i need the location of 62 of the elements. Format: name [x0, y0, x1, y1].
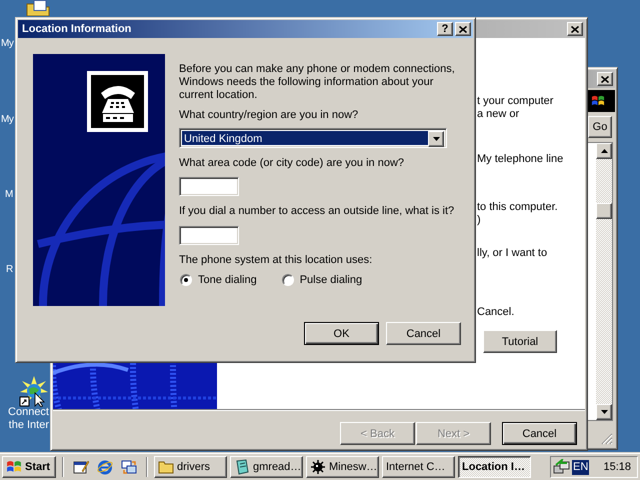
taskbar-button[interactable]: gmread… — [230, 456, 303, 478]
icon-label[interactable]: Connect — [0, 406, 49, 418]
body-text: Cancel. — [477, 306, 514, 319]
down-arrow-icon — [600, 410, 608, 414]
language-indicator[interactable]: EN — [572, 460, 590, 474]
go-button[interactable]: Go — [588, 116, 612, 138]
field-label: What area code (or city code) are you in now? — [179, 157, 404, 170]
body-text: to this computer. ) — [477, 201, 558, 227]
ok-button[interactable]: OK — [304, 322, 379, 345]
outside-line-field[interactable] — [179, 226, 239, 245]
window-title: Location Information — [21, 23, 132, 35]
folder-icon — [158, 462, 174, 474]
country-dropdown[interactable]: United Kingdom — [179, 128, 447, 148]
scrollbar[interactable] — [596, 143, 612, 420]
intro-text: Before you can make any phone or modem connections, Windows needs the following information about your current location. — [179, 63, 456, 102]
caret-icon — [432, 137, 440, 141]
body-text: t your computer a new or — [477, 95, 554, 121]
radio-button[interactable] — [282, 274, 294, 286]
telephone-icon — [87, 71, 148, 132]
field-label: If you dial a number to access an outside line, what is it? — [179, 205, 454, 218]
internet-shortcut-icon[interactable] — [20, 376, 48, 407]
icon-label[interactable]: the Inter — [0, 419, 49, 431]
field-label: The phone system at this location uses: — [179, 254, 372, 267]
body-text: My telephone line — [477, 153, 564, 166]
browser-icon[interactable] — [97, 460, 113, 474]
field-label: What country/region are you in now? — [179, 109, 358, 122]
help-button[interactable]: ? — [437, 22, 453, 36]
cancel-button[interactable]: Cancel — [386, 322, 461, 345]
close-icon — [601, 76, 609, 82]
close-button[interactable] — [567, 22, 583, 36]
taskbar-button[interactable]: Minesw… — [306, 456, 379, 478]
icon-label[interactable]: My — [1, 114, 14, 125]
radio-label[interactable]: Tone dialing — [198, 274, 257, 286]
clock: 15:18 — [603, 461, 632, 473]
taskbar-button[interactable]: Internet C… — [382, 456, 455, 478]
icon-label[interactable]: M — [5, 189, 13, 200]
close-icon — [459, 26, 467, 32]
tutorial-button[interactable]: Tutorial — [483, 330, 557, 353]
start-button[interactable]: Start — [2, 456, 56, 478]
resize-grip-icon[interactable] — [602, 434, 612, 444]
cancel-button[interactable]: Cancel — [502, 422, 577, 445]
taskbar-button[interactable]: Location I… — [458, 456, 531, 478]
body-text: lly, or I want to — [477, 247, 548, 260]
close-button[interactable] — [597, 72, 613, 86]
radio-button[interactable] — [180, 274, 192, 286]
desktop-icon[interactable] — [74, 460, 89, 474]
folder-icon[interactable] — [26, 0, 50, 16]
radio-label[interactable]: Pulse dialing — [300, 274, 362, 286]
taskbar-button[interactable]: drivers — [154, 456, 227, 478]
flag-icon — [592, 96, 604, 106]
scrollbar-thumb[interactable] — [596, 203, 612, 219]
area-code-field[interactable] — [179, 177, 239, 196]
mine-icon — [310, 459, 326, 475]
up-arrow-icon — [600, 149, 608, 153]
window-switcher-icon[interactable] — [122, 460, 136, 474]
flag-icon — [7, 461, 21, 472]
network-icon[interactable] — [554, 459, 570, 474]
close-icon — [571, 26, 579, 32]
icon-label[interactable]: My — [1, 38, 14, 49]
document-icon — [236, 459, 249, 475]
close-button[interactable] — [455, 22, 471, 36]
icon-label[interactable]: R — [6, 264, 13, 275]
